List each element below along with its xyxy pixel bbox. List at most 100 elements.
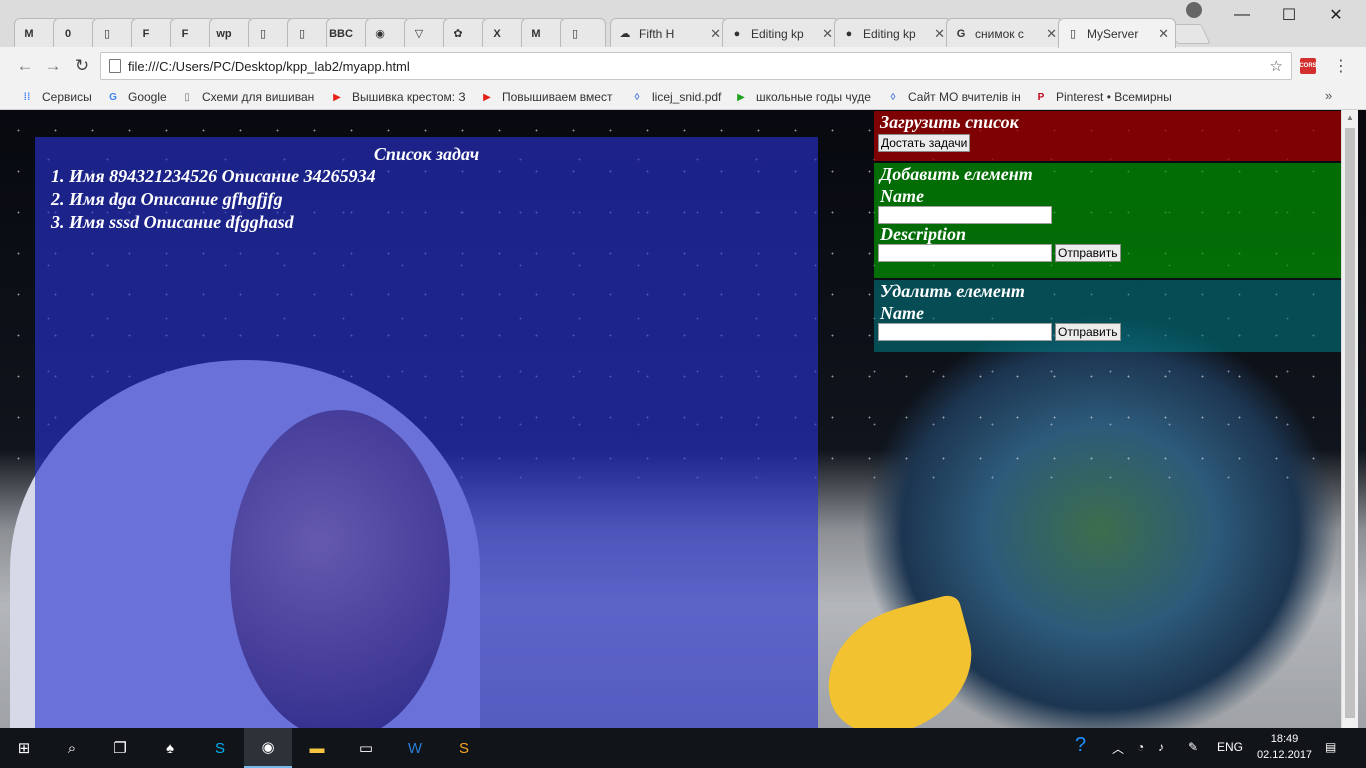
soundcloud-icon: ☁ — [619, 28, 631, 40]
forward-icon[interactable]: → — [42, 55, 64, 77]
reload-icon[interactable]: ↻ — [71, 55, 93, 77]
notifications-icon[interactable]: ▤ — [1325, 740, 1336, 754]
close-window-icon[interactable]: ✕ — [1313, 0, 1359, 30]
bookmark-label: Схеми для вишиван — [202, 90, 315, 104]
windows-taskbar: ⊞ ⌕ ❐ ♠ S ◉ ▬ ▭ W S ? ︿ ◔ ♪ ✎ ENG 18:49 … — [0, 728, 1366, 768]
add-name-label: Name — [880, 186, 924, 206]
bookmark-item[interactable]: ▶ школьные годы чуде — [734, 88, 874, 106]
delete-panel: Удалить елемент Name Отправить — [874, 280, 1341, 352]
bookmark-item[interactable]: ⁞⁞ Сервисы — [20, 88, 96, 106]
browser-tab[interactable]: ▯ MyServer ✕ — [1058, 18, 1176, 48]
close-tab-icon[interactable]: ✕ — [822, 26, 833, 42]
play-icon: ▶ — [737, 91, 745, 103]
drive-icon: ◊ — [634, 91, 640, 103]
task-view-icon[interactable]: ❐ — [96, 728, 144, 768]
github-icon: ● — [733, 27, 741, 40]
cors-extension-icon[interactable]: CORS — [1299, 58, 1317, 74]
youtube-icon: ▶ — [333, 91, 341, 103]
add-description-label: Description — [880, 224, 967, 244]
tab-title: Editing kp — [863, 26, 916, 41]
bookmark-item[interactable]: ▯ Схеми для вишиван — [180, 88, 320, 106]
terminal-icon[interactable]: ▭ — [342, 728, 390, 768]
page-icon — [109, 59, 121, 73]
delete-name-input[interactable] — [878, 323, 1052, 341]
bookmark-item[interactable]: ◊ Сайт МО вчителів ін — [886, 88, 1026, 106]
page-icon: ▯ — [1069, 28, 1077, 40]
page-icon: ▯ — [259, 28, 267, 40]
drive-icon: ◊ — [890, 91, 896, 103]
back-icon[interactable]: ← — [14, 55, 36, 77]
google-icon: G — [109, 91, 117, 103]
pen-icon[interactable]: ✎ — [1188, 740, 1198, 754]
pinterest-icon: P — [1037, 91, 1045, 103]
youtube-icon: ▶ — [483, 91, 491, 103]
more-bookmarks-icon[interactable]: » — [1325, 88, 1332, 103]
word-icon[interactable]: W — [391, 728, 439, 768]
bookmark-item[interactable]: ▶ Вышивка крестом: З — [330, 88, 470, 106]
bookmark-star-icon[interactable]: ☆ — [1270, 57, 1283, 75]
web-page: Список задач 1. Имя 894321234526 Описани… — [0, 110, 1366, 728]
medium-icon: M — [24, 27, 34, 40]
bookmark-label: Сайт МО вчителів ін — [908, 90, 1021, 104]
load-panel: Загрузить список Достать задачи — [874, 111, 1341, 161]
x-icon: X — [493, 27, 501, 40]
fetch-tasks-button[interactable]: Достать задачи — [878, 134, 971, 152]
maximize-icon[interactable]: ☐ — [1266, 0, 1312, 30]
show-hidden-icons-icon[interactable]: ︿ — [1112, 740, 1124, 757]
bee-icon: ✿ — [453, 28, 463, 40]
language-indicator[interactable]: ENG — [1217, 740, 1243, 754]
wifi-icon[interactable]: ◔ — [1137, 740, 1144, 754]
bookmark-label: licej_snid.pdf — [652, 90, 722, 104]
close-tab-icon[interactable]: ✕ — [934, 26, 945, 42]
clock[interactable]: 18:49 02.12.2017 — [1257, 731, 1312, 763]
skype-icon[interactable]: S — [196, 728, 244, 768]
address-url[interactable]: file:///C:/Users/PC/Desktop/kpp_lab2/mya… — [128, 59, 410, 74]
scroll-up-icon[interactable]: ▲ — [1346, 113, 1354, 122]
add-submit-button[interactable]: Отправить — [1055, 244, 1121, 262]
windows-start-icon[interactable]: ⊞ — [0, 728, 48, 768]
add-description-input[interactable] — [878, 244, 1052, 262]
add-name-input[interactable] — [878, 206, 1052, 224]
bookmark-item[interactable]: ◊ licej_snid.pdf — [630, 88, 726, 106]
browser-tab[interactable]: ▯ — [560, 18, 606, 48]
bookmark-label: Pinterest • Всемирны — [1056, 90, 1172, 104]
bookmark-item[interactable]: P Pinterest • Всемирны — [1034, 88, 1174, 106]
help-icon[interactable]: ? — [1075, 734, 1086, 757]
browser-tab[interactable]: ● Editing kp ✕ — [834, 18, 952, 48]
scrollbar-thumb[interactable] — [1345, 128, 1355, 718]
search-icon[interactable]: ⌕ — [48, 728, 96, 768]
f-icon: F — [181, 27, 189, 40]
add-title: Добавить елемент — [880, 164, 1033, 184]
onenote-icon: 0 — [64, 27, 72, 40]
bookmark-item[interactable]: G Google — [106, 88, 170, 106]
bookmark-item[interactable]: ▶ Повышиваем вмест — [480, 88, 620, 106]
browser-tab[interactable]: ☁ Fifth H ✕ — [610, 18, 728, 48]
delete-submit-button[interactable]: Отправить — [1055, 323, 1121, 341]
browser-tab[interactable]: ● Editing kp ✕ — [722, 18, 840, 48]
minimize-icon[interactable]: — — [1219, 0, 1265, 30]
bookmark-label: Вышивка крестом: З — [352, 90, 466, 104]
tab-title: Fifth H — [639, 26, 675, 41]
profile-icon[interactable] — [1186, 2, 1202, 18]
sublime-icon[interactable]: S — [440, 728, 488, 768]
tab-title: Editing kp — [751, 26, 804, 41]
page-icon: ▯ — [298, 28, 306, 40]
vertical-scrollbar[interactable]: ▲ — [1341, 110, 1358, 728]
task-item: 2. Имя dga Описание gfhgfjfg — [51, 189, 283, 209]
menu-icon[interactable]: ⋮ — [1333, 56, 1349, 76]
medium-icon: M — [531, 27, 541, 40]
browser-tab[interactable]: Gснимок с ✕ — [946, 18, 1064, 48]
close-tab-icon[interactable]: ✕ — [1046, 26, 1057, 42]
address-bar[interactable]: file:///C:/Users/PC/Desktop/kpp_lab2/mya… — [100, 52, 1292, 80]
tab-title: MyServer — [1087, 26, 1139, 41]
page-icon: ▯ — [184, 91, 190, 103]
load-title: Загрузить список — [880, 112, 1019, 132]
close-tab-icon[interactable]: ✕ — [1158, 26, 1169, 42]
triangle-icon: ▽ — [414, 28, 424, 40]
solitaire-icon[interactable]: ♠ — [146, 728, 194, 768]
add-panel: Добавить елемент Name Description Отправ… — [874, 163, 1341, 278]
volume-icon[interactable]: ♪ — [1158, 740, 1164, 754]
file-explorer-icon[interactable]: ▬ — [293, 728, 341, 768]
close-tab-icon[interactable]: ✕ — [710, 26, 721, 42]
chrome-icon[interactable]: ◉ — [244, 728, 292, 768]
